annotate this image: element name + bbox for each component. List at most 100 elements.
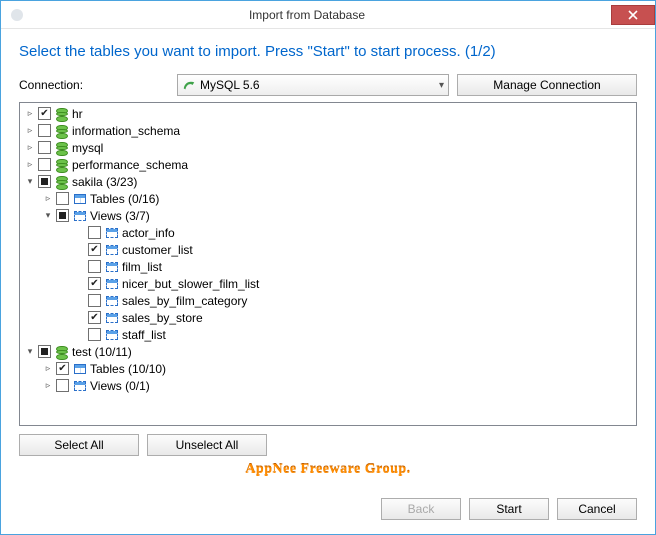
instruction-text: Select the tables you want to import. Pr…	[19, 43, 637, 60]
connection-label: Connection:	[19, 78, 169, 92]
select-all-button[interactable]: Select All	[19, 434, 139, 456]
database-icon	[55, 124, 69, 138]
database-icon	[55, 107, 69, 121]
tree-item-sakila_views: ▾ Views (3/7)	[20, 207, 636, 224]
tree-expander[interactable]: ▹	[42, 363, 54, 375]
tree-expander[interactable]: ▹	[42, 193, 54, 205]
tree-expander[interactable]: ▾	[24, 176, 36, 188]
tree-row[interactable]: ▹ performance_schema	[20, 156, 636, 173]
view-icon	[105, 294, 119, 308]
connection-dropdown[interactable]: MySQL 5.6 ▾	[177, 74, 449, 96]
select-all-label: Select All	[54, 438, 103, 452]
tree-item-staff_list: ▹staff_list	[20, 326, 636, 343]
tree-checkbox[interactable]	[38, 158, 51, 171]
manage-connection-button[interactable]: Manage Connection	[457, 74, 637, 96]
tree-checkbox[interactable]	[38, 124, 51, 137]
tree-checkbox[interactable]	[88, 260, 101, 273]
tree-item-hr: ▹hr	[20, 105, 636, 122]
tree-expander[interactable]: ▹	[24, 142, 36, 154]
cancel-button[interactable]: Cancel	[557, 498, 637, 520]
cancel-label: Cancel	[578, 502, 615, 516]
view-icon	[73, 209, 87, 223]
start-button[interactable]: Start	[469, 498, 549, 520]
tree-expander[interactable]: ▹	[42, 380, 54, 392]
tree-item-test_tables: ▹Tables (10/10)	[20, 360, 636, 377]
tree-item-sales_by_store: ▹sales_by_store	[20, 309, 636, 326]
tree-checkbox[interactable]	[56, 209, 69, 222]
tree-item-test_views: ▹Views (0/1)	[20, 377, 636, 394]
tree-row[interactable]: ▹Tables (10/10)	[20, 360, 636, 377]
tree-row[interactable]: ▹staff_list	[20, 326, 636, 343]
tree-item-label: staff_list	[122, 328, 166, 342]
tree-row[interactable]: ▹Views (0/1)	[20, 377, 636, 394]
connection-row: Connection: MySQL 5.6 ▾ Manage Connectio…	[19, 74, 637, 96]
tree-checkbox[interactable]	[88, 243, 101, 256]
tree-item-label: nicer_but_slower_film_list	[122, 277, 259, 291]
watermark-text: AppNee Freeware Group.	[19, 462, 637, 478]
tree-item-label: mysql	[72, 141, 103, 155]
tree-row[interactable]: ▹film_list	[20, 258, 636, 275]
view-icon	[105, 226, 119, 240]
titlebar: Import from Database	[1, 1, 655, 29]
tree-item-label: sales_by_film_category	[122, 294, 247, 308]
tree-item-film_list: ▹film_list	[20, 258, 636, 275]
tree-row[interactable]: ▹ Tables (0/16)	[20, 190, 636, 207]
tree-panel[interactable]: ▹hr▹information_schema▹mysql▹performance…	[19, 102, 637, 426]
back-label: Back	[408, 502, 435, 516]
window-buttons	[611, 5, 655, 25]
tree-expander[interactable]: ▾	[42, 210, 54, 222]
tree-item-label: sales_by_store	[122, 311, 203, 325]
tree-checkbox[interactable]	[38, 107, 51, 120]
object-tree: ▹hr▹information_schema▹mysql▹performance…	[20, 105, 636, 394]
tree-checkbox[interactable]	[38, 175, 51, 188]
tree-item-nicer_but_slower_film_list: ▹nicer_but_slower_film_list	[20, 275, 636, 292]
tree-row[interactable]: ▾ sakila (3/23)	[20, 173, 636, 190]
tree-item-mysql: ▹ mysql	[20, 139, 636, 156]
tree-row[interactable]: ▹ mysql	[20, 139, 636, 156]
tree-row[interactable]: ▹ information_schema	[20, 122, 636, 139]
tree-row[interactable]: ▹sales_by_store	[20, 309, 636, 326]
tree-checkbox[interactable]	[88, 328, 101, 341]
tree-expander[interactable]: ▹	[24, 125, 36, 137]
back-button[interactable]: Back	[381, 498, 461, 520]
database-icon	[55, 175, 69, 189]
tree-checkbox[interactable]	[56, 362, 69, 375]
view-icon	[105, 260, 119, 274]
tree-item-label: information_schema	[72, 124, 180, 138]
tree-row[interactable]: ▹actor_info	[20, 224, 636, 241]
tree-row[interactable]: ▹sales_by_film_category	[20, 292, 636, 309]
manage-connection-label: Manage Connection	[493, 78, 600, 92]
table-icon	[73, 362, 87, 376]
tree-expander[interactable]: ▾	[24, 346, 36, 358]
selection-buttons: Select All Unselect All	[19, 434, 637, 456]
dialog-window: Import from Database Select the tables y…	[0, 0, 656, 535]
tree-checkbox[interactable]	[56, 379, 69, 392]
tree-row[interactable]: ▹hr	[20, 105, 636, 122]
tree-row[interactable]: ▾ Views (3/7)	[20, 207, 636, 224]
tree-checkbox[interactable]	[56, 192, 69, 205]
tree-item-test: ▾test (10/11)	[20, 343, 636, 360]
tree-item-sakila: ▾ sakila (3/23)	[20, 173, 636, 190]
tree-item-label: sakila (3/23)	[72, 175, 137, 189]
tree-row[interactable]: ▹customer_list	[20, 241, 636, 258]
tree-checkbox[interactable]	[38, 345, 51, 358]
tree-row[interactable]: ▹nicer_but_slower_film_list	[20, 275, 636, 292]
tree-expander[interactable]: ▹	[24, 159, 36, 171]
tree-checkbox[interactable]	[88, 311, 101, 324]
tree-item-customer_list: ▹customer_list	[20, 241, 636, 258]
tree-checkbox[interactable]	[88, 226, 101, 239]
tree-item-label: performance_schema	[72, 158, 188, 172]
tree-expander[interactable]: ▹	[24, 108, 36, 120]
tree-item-label: actor_info	[122, 226, 175, 240]
database-icon	[55, 141, 69, 155]
tree-item-label: Tables (0/16)	[90, 192, 159, 206]
tree-row[interactable]: ▾test (10/11)	[20, 343, 636, 360]
close-button[interactable]	[611, 5, 655, 25]
view-icon	[105, 311, 119, 325]
tree-checkbox[interactable]	[88, 277, 101, 290]
tree-item-label: Views (3/7)	[90, 209, 150, 223]
unselect-all-button[interactable]: Unselect All	[147, 434, 267, 456]
tree-item-actor_info: ▹actor_info	[20, 224, 636, 241]
tree-checkbox[interactable]	[88, 294, 101, 307]
tree-checkbox[interactable]	[38, 141, 51, 154]
